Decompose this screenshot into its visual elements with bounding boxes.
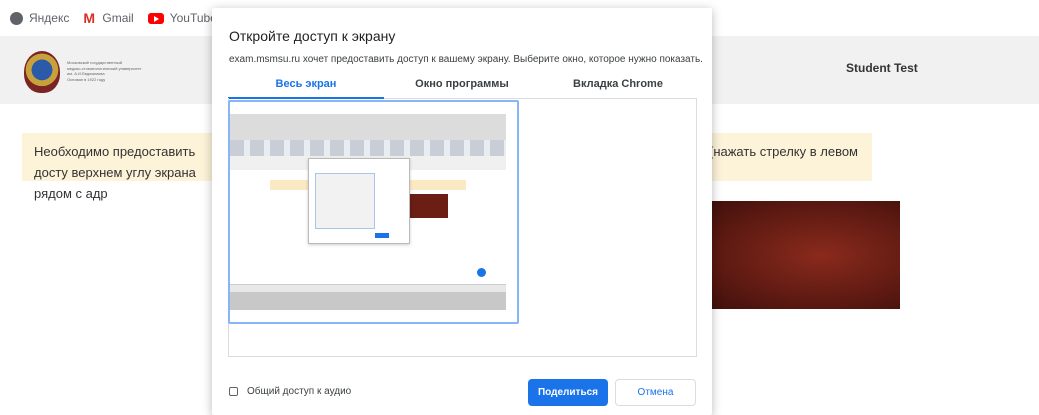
screen-share-dialog: Откройте доступ к экрану exam.msmsu.ru х… — [212, 8, 712, 415]
thumbnail-video — [410, 194, 448, 218]
screen-thumbnail[interactable] — [230, 114, 506, 310]
bookmark-label: YouTube — [169, 11, 217, 25]
share-source-tabs: Весь экран Окно программы Вкладка Chrome — [228, 72, 696, 99]
thumbnail-titlebar — [230, 114, 506, 140]
thumbnail-indicator-icon — [477, 268, 486, 277]
bookmark-label: Яндекс — [29, 11, 70, 25]
tab-entire-screen[interactable]: Весь экран — [228, 72, 384, 99]
university-line: Основан в 1922 году — [67, 76, 106, 82]
share-button[interactable]: Поделиться — [528, 379, 608, 406]
notice-text-left: Необходимо предоставить досту верхнем уг… — [34, 144, 196, 201]
gmail-icon: M — [83, 9, 96, 26]
bookmark-yandex[interactable]: Яндекс — [10, 11, 69, 25]
university-name: Московский государственный медико-стомат… — [67, 60, 187, 82]
thumbnail-dialog — [308, 158, 410, 244]
bookmark-gmail[interactable]: M Gmail — [83, 9, 134, 26]
share-audio-label: Общий доступ к аудио — [247, 386, 352, 397]
cancel-button[interactable]: Отмена — [615, 379, 696, 406]
dialog-description: exam.msmsu.ru хочет предоставить доступ … — [229, 54, 703, 65]
bookmark-youtube[interactable]: YouTube — [147, 11, 217, 25]
user-name[interactable]: Student Test — [846, 61, 918, 75]
dialog-title: Откройте доступ к экрану — [229, 28, 396, 44]
notice-text-right: (нажать стрелку в левом — [709, 144, 858, 159]
thumbnail-bottom-bar — [230, 292, 506, 310]
university-crest-logo — [24, 51, 60, 93]
share-audio-checkbox[interactable] — [229, 387, 238, 396]
bookmark-label: Gmail — [102, 11, 134, 25]
globe-icon — [10, 11, 23, 25]
tab-program-window[interactable]: Окно программы — [384, 72, 540, 98]
thumbnail-button — [375, 233, 389, 238]
youtube-icon — [147, 12, 164, 24]
tab-chrome-tab[interactable]: Вкладка Chrome — [540, 72, 696, 98]
thumbnail-tabstrip — [230, 140, 506, 156]
share-audio-option[interactable]: Общий доступ к аудио — [229, 386, 351, 397]
video-preview — [704, 201, 900, 309]
